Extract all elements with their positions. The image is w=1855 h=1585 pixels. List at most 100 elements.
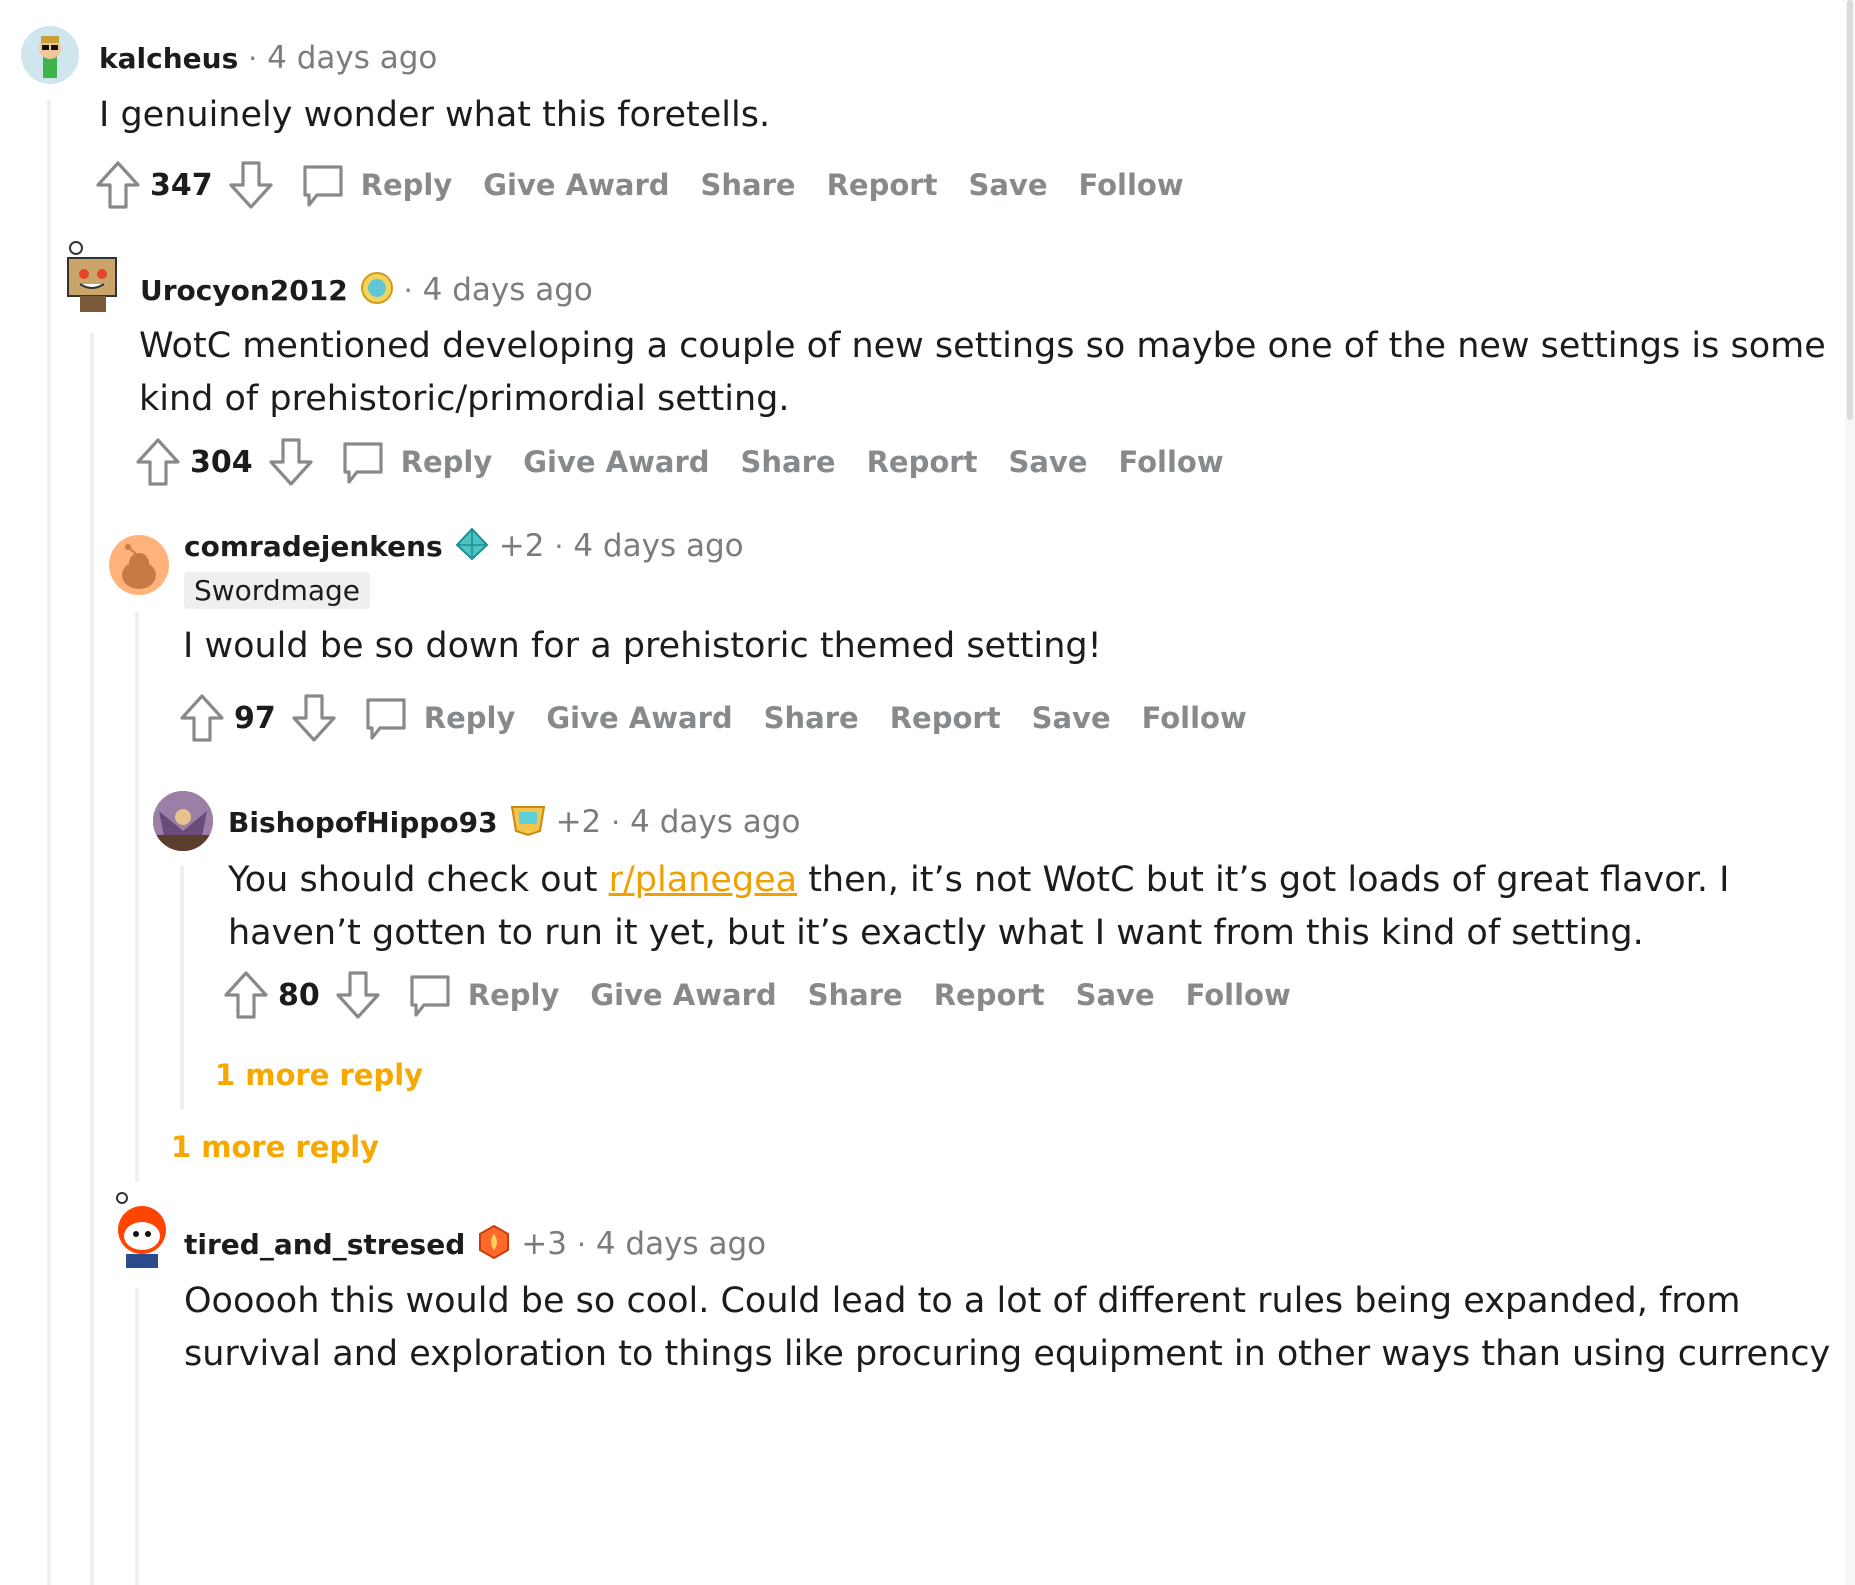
comment-body: You should check out r/planegea then, it… bbox=[228, 854, 1729, 960]
thread-line-level-1[interactable] bbox=[47, 100, 51, 1585]
comment-meta: tired_and_stresed +3 · 4 days ago bbox=[184, 1222, 766, 1266]
follow-button[interactable]: Follow bbox=[1118, 445, 1223, 479]
report-button[interactable]: Report bbox=[890, 701, 1001, 735]
save-button[interactable]: Save bbox=[1008, 445, 1087, 479]
comment-actions: 304 Reply Give Award Share Report Save F… bbox=[134, 432, 1255, 492]
reply-button[interactable]: Reply bbox=[299, 161, 484, 209]
award-count[interactable]: +3 bbox=[521, 1226, 567, 1262]
save-button[interactable]: Save bbox=[1032, 701, 1111, 735]
award-badge-icon[interactable] bbox=[360, 271, 394, 309]
vote-score: 97 bbox=[234, 700, 276, 736]
username[interactable]: comradejenkens bbox=[184, 530, 443, 563]
subreddit-link[interactable]: r/planegea bbox=[609, 860, 797, 900]
upvote-icon[interactable] bbox=[94, 159, 142, 211]
vote-score: 304 bbox=[190, 444, 253, 480]
timestamp[interactable]: 4 days ago bbox=[267, 40, 437, 76]
comment-body: Oooooh this would be so cool. Could lead… bbox=[184, 1275, 1830, 1381]
timestamp[interactable]: 4 days ago bbox=[596, 1226, 766, 1262]
comment-body: I genuinely wonder what this foretells. bbox=[99, 89, 770, 142]
share-button[interactable]: Share bbox=[764, 701, 859, 735]
save-button[interactable]: Save bbox=[1076, 978, 1155, 1012]
avatar[interactable] bbox=[153, 791, 213, 851]
report-button[interactable]: Report bbox=[827, 168, 938, 202]
comment-text-line: I would be so down for a prehistoric the… bbox=[183, 626, 1102, 666]
reply-button[interactable]: Reply bbox=[339, 438, 524, 486]
comment-actions: 80 Reply Give Award Share Report Save Fo… bbox=[222, 965, 1322, 1025]
comment-text-line: kind of prehistoric/primordial setting. bbox=[139, 379, 790, 419]
comment-text-line: WotC mentioned developing a couple of ne… bbox=[139, 326, 1826, 366]
downvote-icon[interactable] bbox=[267, 436, 315, 488]
separator-dot: · bbox=[611, 805, 621, 839]
thread-line-level-3b[interactable] bbox=[135, 1288, 139, 1585]
comment-text-line: I genuinely wonder what this foretells. bbox=[99, 95, 771, 135]
award-badge-icon[interactable] bbox=[477, 1224, 511, 1264]
comment-text-line: You should check out r/planegea then, it… bbox=[228, 854, 1729, 907]
upvote-icon[interactable] bbox=[222, 969, 270, 1021]
username[interactable]: BishopofHippo93 bbox=[228, 806, 498, 839]
share-button[interactable]: Share bbox=[741, 445, 836, 479]
downvote-icon[interactable] bbox=[227, 159, 275, 211]
username[interactable]: Urocyon2012 bbox=[140, 274, 348, 307]
comment-text: then, it’s not WotC but it’s got loads o… bbox=[797, 860, 1730, 900]
comment-meta: kalcheus · 4 days ago bbox=[99, 36, 437, 80]
comment-body: WotC mentioned developing a couple of ne… bbox=[139, 320, 1826, 426]
share-button[interactable]: Share bbox=[701, 168, 796, 202]
scrollbar-track[interactable] bbox=[1845, 0, 1855, 1585]
award-count[interactable]: +2 bbox=[556, 804, 602, 840]
give-award-button[interactable]: Give Award bbox=[590, 978, 776, 1012]
reply-button[interactable]: Reply bbox=[362, 694, 547, 742]
comment-text-line: haven’t gotten to run it yet, but it’s e… bbox=[228, 913, 1644, 953]
reply-button[interactable]: Reply bbox=[406, 971, 591, 1019]
separator-dot: · bbox=[554, 529, 564, 563]
upvote-icon[interactable] bbox=[134, 436, 182, 488]
downvote-icon[interactable] bbox=[290, 692, 338, 744]
comment-meta: comradejenkens +2 · 4 days ago bbox=[184, 524, 744, 568]
give-award-button[interactable]: Give Award bbox=[523, 445, 709, 479]
comment-actions: 97 Reply Give Award Share Report Save Fo… bbox=[178, 688, 1278, 748]
thread-line-level-3[interactable] bbox=[135, 612, 139, 1182]
comment-bubble-icon bbox=[362, 694, 410, 742]
award-count[interactable]: +2 bbox=[499, 528, 545, 564]
avatar[interactable] bbox=[109, 535, 169, 595]
separator-dot: · bbox=[248, 41, 258, 75]
comment-meta: BishopofHippo93 +2 · 4 days ago bbox=[228, 800, 800, 844]
comment-text-line: Oooooh this would be so cool. Could lead… bbox=[184, 1281, 1741, 1321]
comment-text-line: survival and exploration to things like … bbox=[184, 1334, 1831, 1374]
reply-label: Reply bbox=[467, 978, 560, 1012]
save-button[interactable]: Save bbox=[968, 168, 1047, 202]
timestamp[interactable]: 4 days ago bbox=[630, 804, 800, 840]
follow-button[interactable]: Follow bbox=[1142, 701, 1247, 735]
more-replies-link[interactable]: 1 more reply bbox=[215, 1058, 423, 1092]
avatar[interactable] bbox=[62, 240, 126, 316]
share-button[interactable]: Share bbox=[808, 978, 903, 1012]
avatar[interactable] bbox=[108, 1192, 172, 1272]
comment-body: I would be so down for a prehistoric the… bbox=[183, 620, 1102, 673]
username[interactable]: tired_and_stresed bbox=[184, 1228, 465, 1261]
timestamp[interactable]: 4 days ago bbox=[573, 528, 743, 564]
report-button[interactable]: Report bbox=[934, 978, 1045, 1012]
give-award-button[interactable]: Give Award bbox=[546, 701, 732, 735]
separator-dot: · bbox=[576, 1227, 586, 1261]
follow-button[interactable]: Follow bbox=[1186, 978, 1291, 1012]
reply-label: Reply bbox=[423, 701, 516, 735]
downvote-icon[interactable] bbox=[334, 969, 382, 1021]
more-replies-link[interactable]: 1 more reply bbox=[171, 1130, 379, 1164]
report-button[interactable]: Report bbox=[867, 445, 978, 479]
give-award-button[interactable]: Give Award bbox=[483, 168, 669, 202]
separator-dot: · bbox=[403, 273, 413, 307]
award-badge-icon[interactable] bbox=[510, 803, 546, 841]
username[interactable]: kalcheus bbox=[99, 42, 238, 75]
avatar[interactable] bbox=[21, 26, 79, 84]
scrollbar-thumb[interactable] bbox=[1847, 0, 1853, 420]
comment-actions: 347 Reply Give Award Share Report Save F… bbox=[94, 155, 1215, 215]
timestamp[interactable]: 4 days ago bbox=[423, 272, 593, 308]
comment-bubble-icon bbox=[406, 971, 454, 1019]
thread-line-level-2[interactable] bbox=[90, 333, 94, 1585]
upvote-icon[interactable] bbox=[178, 692, 226, 744]
thread-line-level-4[interactable] bbox=[180, 866, 184, 1109]
comment-bubble-icon bbox=[339, 438, 387, 486]
comment-bubble-icon bbox=[299, 161, 347, 209]
award-badge-icon[interactable] bbox=[455, 527, 489, 565]
reply-label: Reply bbox=[400, 445, 493, 479]
follow-button[interactable]: Follow bbox=[1078, 168, 1183, 202]
